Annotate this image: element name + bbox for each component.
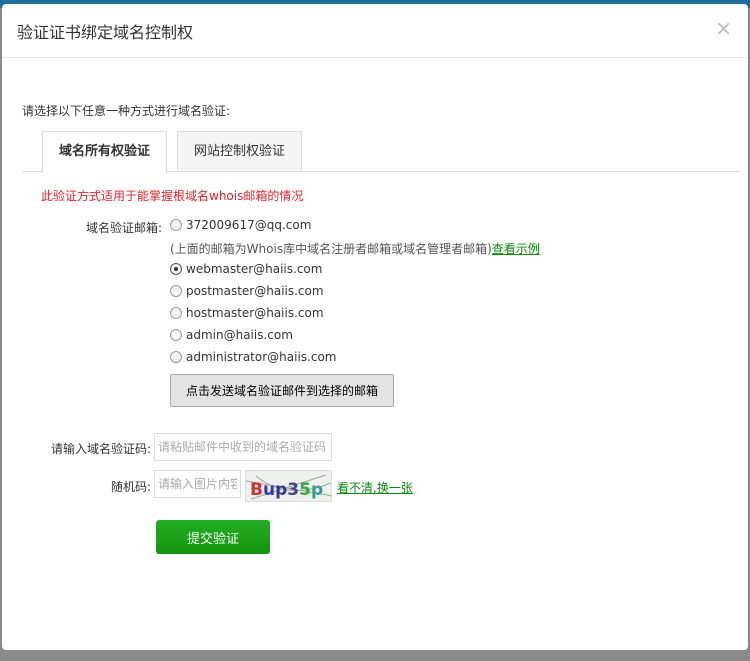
captcha-input[interactable]	[154, 470, 241, 498]
radio-button[interactable]	[170, 329, 182, 341]
send-verification-email-button[interactable]: 点击发送域名验证邮件到选择的邮箱	[170, 374, 394, 407]
radio-button[interactable]	[170, 307, 182, 319]
email-option[interactable]: administrator@haiis.com	[170, 350, 336, 364]
radio-button[interactable]	[170, 263, 182, 275]
intro-text: 请选择以下任意一种方式进行域名验证:	[22, 104, 231, 118]
email-option[interactable]: 372009617@qq.com	[170, 218, 311, 232]
captcha-label: 随机码:	[110, 480, 151, 494]
close-icon[interactable]: ×	[715, 16, 732, 40]
submit-button[interactable]: 提交验证	[156, 520, 270, 554]
notice-text: 此验证方式适用于能掌握根域名whois邮箱的情况	[41, 189, 304, 203]
refresh-captcha-link[interactable]: 看不清,换一张	[337, 479, 413, 496]
email-option[interactable]: hostmaster@haiis.com	[170, 306, 324, 320]
tab-domain-ownership[interactable]: 域名所有权验证	[42, 131, 167, 173]
email-note: (上面的邮箱为Whois库中域名注册者邮箱或域名管理者邮箱)查看示例	[170, 242, 540, 256]
tab-site-control[interactable]: 网站控制权验证	[177, 131, 302, 172]
dialog-header: 验证证书绑定域名控制权 ×	[2, 4, 748, 58]
radio-button[interactable]	[170, 351, 182, 363]
captcha-image[interactable]: Bup35p	[245, 470, 332, 502]
dialog: 验证证书绑定域名控制权 × 请选择以下任意一种方式进行域名验证: 域名所有权验证…	[2, 4, 748, 650]
verification-code-input[interactable]	[154, 433, 332, 461]
email-label: 域名验证邮箱:	[85, 221, 162, 235]
email-option[interactable]: postmaster@haiis.com	[170, 284, 324, 298]
email-option[interactable]: admin@haiis.com	[170, 328, 293, 342]
view-example-link[interactable]: 查看示例	[492, 242, 540, 256]
svg-text:Bup35p: Bup35p	[250, 480, 323, 500]
email-option[interactable]: webmaster@haiis.com	[170, 262, 322, 276]
radio-button[interactable]	[170, 285, 182, 297]
code-label: 请输入域名验证码:	[50, 442, 151, 456]
radio-button[interactable]	[170, 219, 182, 231]
dialog-title: 验证证书绑定域名控制权	[17, 23, 194, 42]
